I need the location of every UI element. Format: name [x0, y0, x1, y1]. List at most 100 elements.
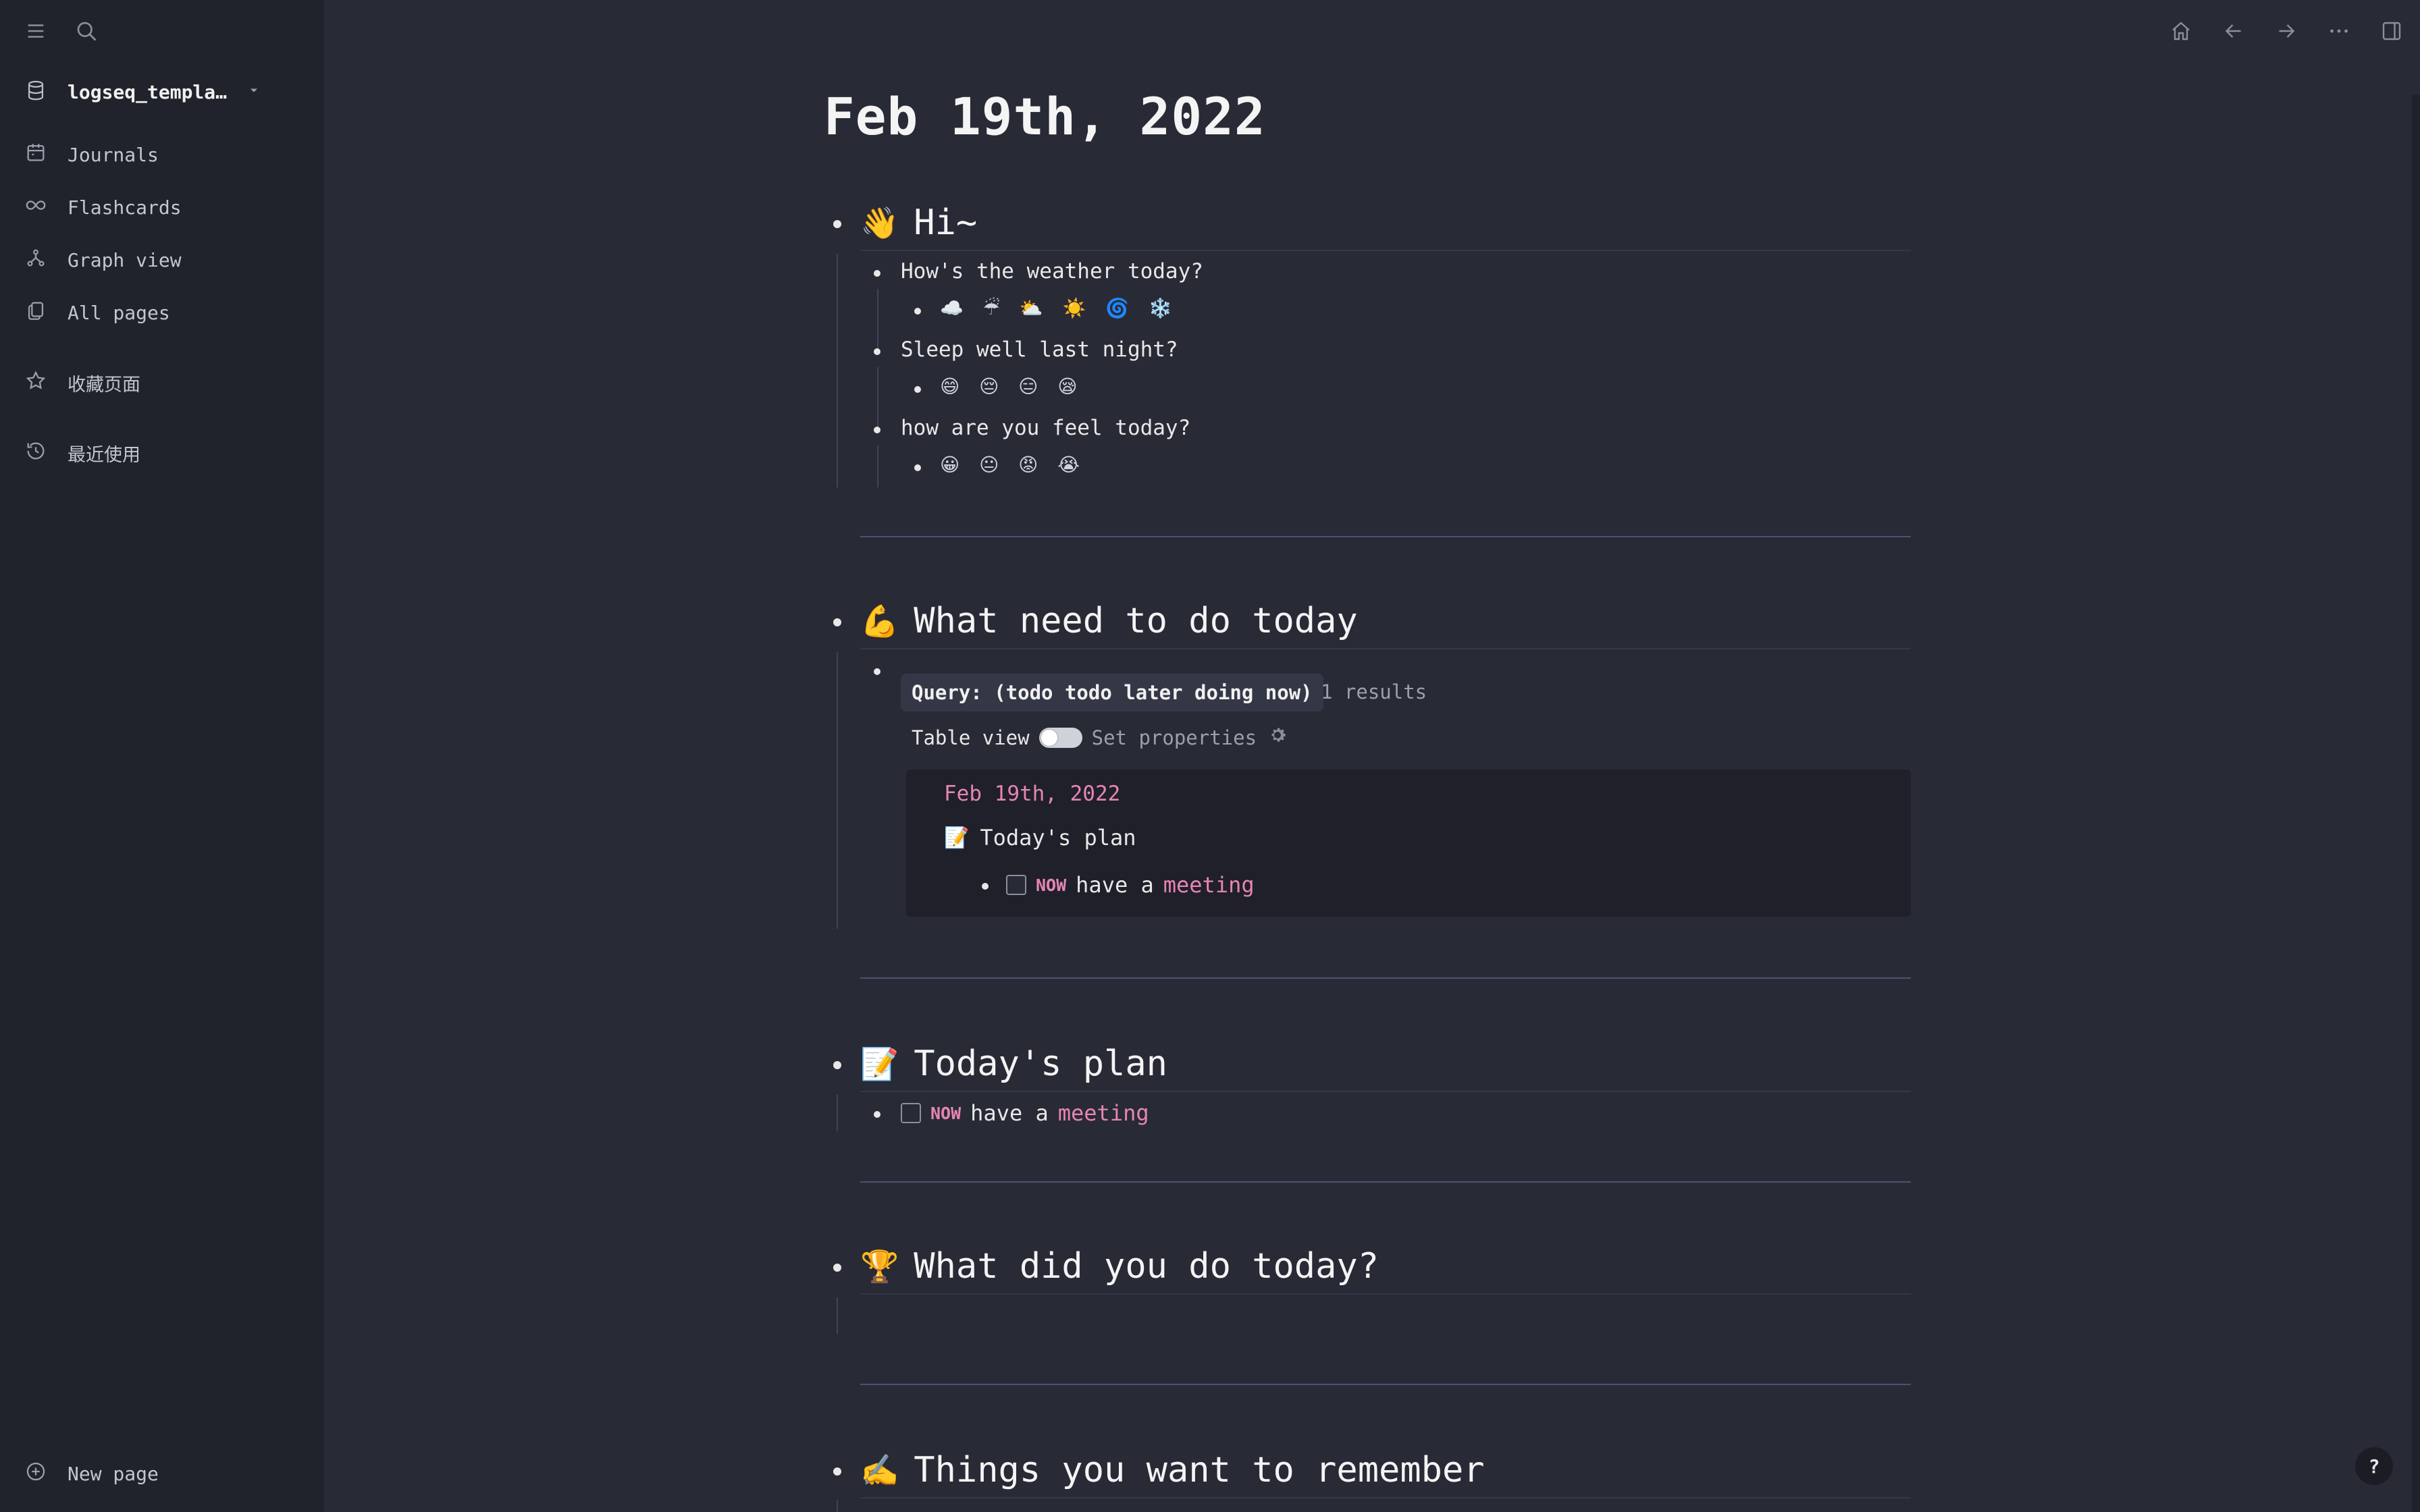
plus-circle-icon	[24, 1460, 47, 1488]
todo-checkbox[interactable]	[901, 1103, 921, 1123]
sidebar-item-all-pages[interactable]: All pages	[24, 286, 300, 339]
block-bullet[interactable]	[833, 220, 841, 228]
section-divider	[860, 536, 1911, 537]
new-page-button[interactable]: New page	[24, 1455, 159, 1492]
block-bullet[interactable]	[833, 1061, 841, 1069]
query-results: Feb 19th, 2022 📝 Today's plan NOW have a…	[906, 770, 1911, 917]
home-icon[interactable]	[2169, 19, 2193, 46]
scrollbar[interactable]	[2412, 94, 2420, 1512]
star-icon	[24, 369, 47, 397]
todo-text[interactable]: have a	[1076, 872, 1154, 898]
heading-text: Things you want to remember	[914, 1450, 1485, 1490]
todo-text[interactable]: have a	[970, 1100, 1049, 1126]
writing-hand-emoji: ✍️	[860, 1451, 899, 1488]
now-marker[interactable]: NOW	[930, 1104, 961, 1123]
sleep-options[interactable]: 😄 😔 😑 😪	[940, 375, 1084, 398]
query-result-count: 1 results	[1321, 680, 1427, 703]
calendar-icon	[24, 141, 47, 169]
table-view-label: Table view	[912, 726, 1030, 749]
query-title[interactable]: Query: (todo todo later doing now)	[901, 674, 1323, 711]
feeling-options[interactable]: 😀 😐 😡 😭	[940, 454, 1086, 476]
heading-todays-plan[interactable]: 📝 Today's plan	[860, 1044, 1167, 1084]
set-properties-button[interactable]: Set properties	[1092, 726, 1257, 749]
sidebar-item-journals[interactable]: Journals	[24, 128, 300, 181]
new-page-label: New page	[68, 1462, 159, 1485]
todo-checkbox[interactable]	[1006, 875, 1026, 895]
table-view-toggle[interactable]	[1038, 727, 1082, 748]
muscle-emoji: 💪	[860, 602, 899, 639]
weather-options[interactable]: ☁️ ☔ ⛅ ☀️ 🌀 ❄️	[940, 297, 1179, 319]
sidebar-item-label: All pages	[68, 301, 170, 324]
block-bullet[interactable]	[914, 464, 921, 471]
heading-text: Hi~	[914, 202, 978, 243]
top-toolbar	[2169, 19, 2404, 46]
sidebar-item-label: 最近使用	[68, 444, 140, 466]
feeling-question[interactable]: how are you feel today?	[901, 416, 1190, 440]
sidebar-item-label: 收藏页面	[68, 374, 140, 396]
sidebar-nav: Journals Flashcards Graph view All pages	[24, 128, 300, 479]
sidebar-item-flashcards[interactable]: Flashcards	[24, 181, 300, 234]
memo-emoji: 📝	[860, 1045, 899, 1082]
right-sidebar-toggle-icon[interactable]	[2379, 19, 2404, 46]
repo-name: logseq_templa…	[68, 80, 228, 103]
sidebar-item-favorites[interactable]: 收藏页面	[24, 356, 300, 409]
now-marker[interactable]: NOW	[1036, 875, 1066, 895]
repo-selector[interactable]: logseq_templa…	[24, 76, 300, 108]
block-bullet[interactable]	[874, 348, 880, 355]
block-bullet[interactable]	[914, 386, 921, 393]
heading-hi[interactable]: 👋 Hi~	[860, 202, 977, 243]
block-bullet[interactable]	[874, 668, 880, 675]
gear-icon[interactable]	[1266, 724, 1289, 751]
plan-todo-item: NOW have a meeting	[901, 1100, 1149, 1126]
sidebar-item-label: Journals	[68, 143, 159, 166]
meeting-link[interactable]: meeting	[1163, 872, 1255, 898]
heading-things-to-remember[interactable]: ✍️ Things you want to remember	[860, 1450, 1485, 1490]
weather-question[interactable]: How's the weather today?	[901, 259, 1203, 284]
trophy-emoji: 🏆	[860, 1247, 899, 1285]
section-divider	[860, 1384, 1911, 1385]
query-controls: Table view Set properties	[912, 724, 1289, 751]
heading-text: Today's plan	[914, 1044, 1167, 1084]
more-icon[interactable]	[2327, 19, 2351, 46]
infinity-icon	[24, 194, 47, 221]
app-window: logseq_templa… Journals Flashcards Graph…	[0, 0, 2420, 1512]
sidebar-item-graph-view[interactable]: Graph view	[24, 234, 300, 286]
block-bullet[interactable]	[833, 1467, 841, 1476]
result-todo-item: NOW have a meeting	[1006, 872, 1255, 898]
block-bullet[interactable]	[982, 883, 989, 890]
sidebar-item-label: Flashcards	[68, 196, 182, 219]
memo-emoji: 📝	[944, 826, 970, 850]
history-icon	[24, 439, 47, 467]
forward-arrow-icon[interactable]	[2274, 19, 2298, 46]
sleep-question[interactable]: Sleep well last night?	[901, 338, 1178, 362]
caret-down-icon	[247, 84, 261, 100]
graph-icon	[24, 246, 47, 274]
wave-emoji: 👋	[860, 204, 899, 241]
section-divider	[860, 1181, 1911, 1183]
result-page-link[interactable]: Feb 19th, 2022	[944, 782, 1120, 806]
block-bullet[interactable]	[874, 270, 880, 277]
section-divider	[860, 977, 1911, 979]
block-bullet[interactable]	[914, 308, 921, 315]
block-bullet[interactable]	[833, 1264, 841, 1272]
help-button[interactable]: ?	[2355, 1447, 2393, 1485]
meeting-link[interactable]: meeting	[1058, 1100, 1149, 1126]
sidebar-item-label: Graph view	[68, 248, 182, 271]
heading-what-need-to-do[interactable]: 💪 What need to do today	[860, 601, 1358, 641]
back-arrow-icon[interactable]	[2221, 19, 2246, 46]
page-title[interactable]: Feb 19th, 2022	[824, 86, 1266, 146]
block-bullet[interactable]	[874, 1111, 880, 1118]
heading-text: What need to do today	[914, 601, 1358, 641]
heading-what-did-you-do[interactable]: 🏆 What did you do today?	[860, 1246, 1379, 1287]
sidebar-top-controls	[24, 19, 99, 43]
menu-icon[interactable]	[24, 20, 47, 43]
sidebar-item-recent[interactable]: 最近使用	[24, 427, 300, 479]
left-sidebar: logseq_templa… Journals Flashcards Graph…	[0, 0, 324, 1512]
heading-text: What did you do today?	[914, 1246, 1379, 1287]
result-breadcrumb[interactable]: 📝 Today's plan	[944, 825, 1136, 850]
block-bullet[interactable]	[833, 618, 841, 626]
pages-icon	[24, 299, 47, 327]
database-icon	[24, 79, 47, 105]
search-icon[interactable]	[74, 19, 99, 43]
block-bullet[interactable]	[874, 427, 880, 433]
